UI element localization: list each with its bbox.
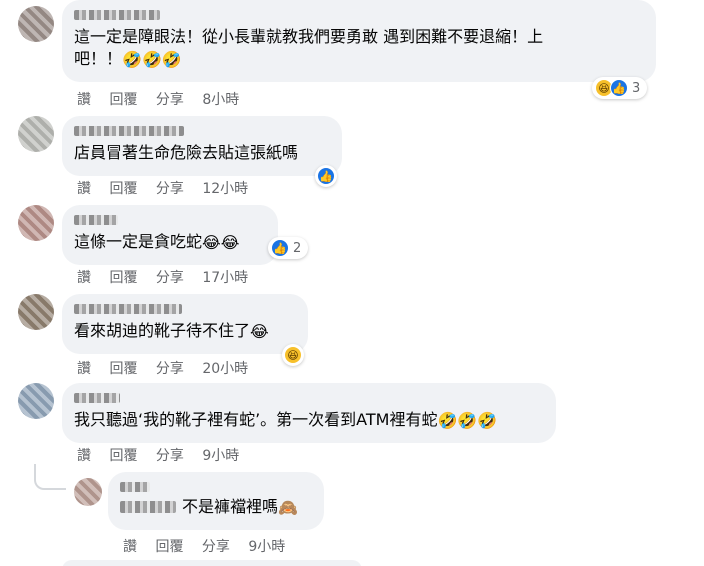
- comment-bubble: 店員冒著生命危險去貼這張紙嗎: [62, 116, 342, 176]
- comment-actions: 讚 回覆 分享 9小時: [123, 536, 299, 556]
- haha-icon: 😆: [284, 346, 302, 364]
- commenter-name[interactable]: [120, 482, 150, 492]
- timestamp[interactable]: 20小時: [202, 358, 248, 378]
- comment-bubble: 這一定是障眼法！從小長輩就教我們要勇敢 遇到困難不要退縮！上 吧！！🤣🤣🤣: [62, 0, 656, 82]
- mention-name[interactable]: [120, 501, 176, 513]
- reaction-count: 3: [632, 80, 641, 96]
- avatar[interactable]: [18, 205, 54, 241]
- reaction-summary[interactable]: 😆: [282, 344, 304, 366]
- reaction-summary[interactable]: 👍 2: [268, 237, 309, 259]
- comment-text: 我只聽過‘我的靴子裡有蛇’。第一次看到ATM裡有蛇: [74, 410, 438, 429]
- timestamp[interactable]: 17小時: [202, 267, 248, 287]
- timestamp[interactable]: 9小時: [248, 536, 285, 556]
- avatar[interactable]: [74, 478, 102, 506]
- like-button[interactable]: 讚: [77, 445, 91, 465]
- like-icon: 👍: [271, 239, 289, 257]
- commenter-name[interactable]: [74, 126, 184, 136]
- share-button[interactable]: 分享: [156, 178, 184, 198]
- like-button[interactable]: 讚: [77, 89, 91, 109]
- like-icon: 👍: [317, 167, 335, 185]
- emoji: 😂: [250, 322, 269, 341]
- share-button[interactable]: 分享: [156, 267, 184, 287]
- comment-bubble: 看來胡迪的靴子待不住了😂: [62, 294, 308, 354]
- like-button[interactable]: 讚: [77, 267, 91, 287]
- avatar[interactable]: [18, 294, 54, 330]
- like-icon: 👍: [610, 79, 628, 97]
- avatar[interactable]: [18, 116, 54, 152]
- reply-button[interactable]: 回覆: [109, 267, 137, 287]
- timestamp[interactable]: 8小時: [202, 89, 239, 109]
- share-button[interactable]: 分享: [156, 358, 184, 378]
- comment-actions: 讚 回覆 分享 9小時: [77, 445, 253, 465]
- reaction-summary[interactable]: 👍: [315, 165, 337, 187]
- reply-button[interactable]: 回覆: [109, 445, 137, 465]
- commenter-name[interactable]: [74, 393, 120, 403]
- like-button[interactable]: 讚: [77, 178, 91, 198]
- emoji: 🤣🤣🤣: [437, 411, 498, 430]
- comment-bubble: 我只聽過‘我的靴子裡有蛇’。第一次看到ATM裡有蛇🤣🤣🤣: [62, 383, 556, 443]
- reply-thread-line: [34, 464, 66, 490]
- reply-button[interactable]: 回覆: [109, 358, 137, 378]
- share-button[interactable]: 分享: [156, 445, 184, 465]
- timestamp[interactable]: 9小時: [202, 445, 239, 465]
- comment-text: 店員冒著生命危險去貼這張紙嗎: [74, 143, 299, 162]
- avatar[interactable]: [18, 6, 54, 42]
- comment-actions: 讚 回覆 分享 12小時: [77, 178, 262, 198]
- like-button[interactable]: 讚: [77, 358, 91, 378]
- comment-actions: 讚 回覆 分享 17小時: [77, 267, 262, 287]
- comment-actions: 讚 回覆 分享 20小時: [77, 358, 262, 378]
- like-button[interactable]: 讚: [123, 536, 137, 556]
- avatar[interactable]: [18, 383, 54, 419]
- reaction-summary[interactable]: 😆 👍 3: [592, 77, 648, 99]
- commenter-name[interactable]: [74, 10, 160, 20]
- reply-button[interactable]: 回覆: [109, 178, 137, 198]
- emoji: 🙈: [278, 498, 298, 517]
- share-button[interactable]: 分享: [202, 536, 230, 556]
- emoji: 😂😂: [202, 233, 240, 252]
- next-comment-bubble: [62, 560, 362, 566]
- comment-text: 不是褲襠裡嗎: [182, 497, 279, 516]
- comment-text: 這條一定是貪吃蛇: [74, 232, 203, 251]
- reply-button[interactable]: 回覆: [109, 89, 137, 109]
- comment-bubble: 不是褲襠裡嗎🙈: [108, 472, 324, 530]
- comment-text: 看來胡迪的靴子待不住了: [74, 321, 251, 340]
- comment-actions: 讚 回覆 分享 8小時: [77, 89, 253, 109]
- commenter-name[interactable]: [74, 304, 182, 314]
- emoji: 🤣🤣🤣: [122, 50, 182, 69]
- reply-button[interactable]: 回覆: [155, 536, 183, 556]
- comment-bubble: 這條一定是貪吃蛇😂😂: [62, 205, 278, 265]
- share-button[interactable]: 分享: [156, 89, 184, 109]
- timestamp[interactable]: 12小時: [202, 178, 248, 198]
- reaction-count: 2: [293, 240, 302, 256]
- commenter-name[interactable]: [74, 215, 118, 225]
